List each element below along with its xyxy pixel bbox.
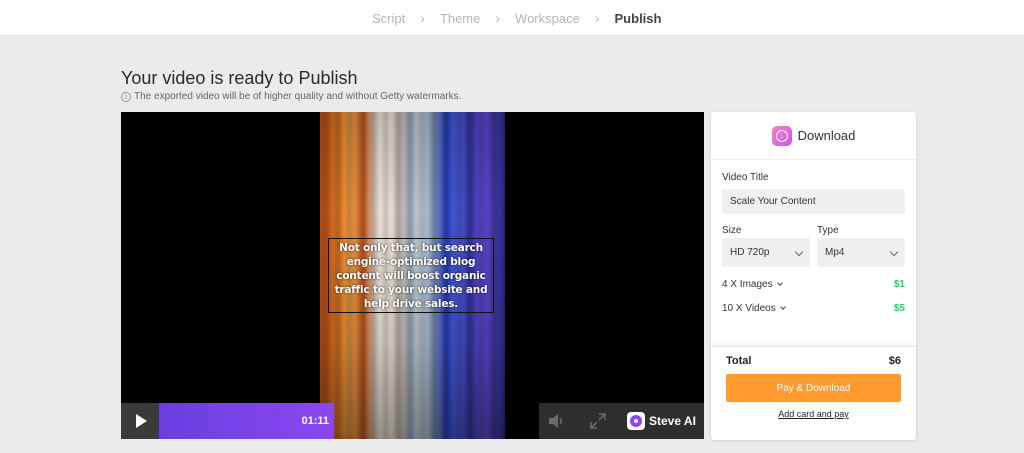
breadcrumb-theme[interactable]: Theme xyxy=(440,11,480,26)
pay-download-button[interactable]: Pay & Download xyxy=(726,374,901,402)
addon-videos[interactable]: 10 X Videos xyxy=(722,303,786,314)
type-select[interactable]: Mp4 xyxy=(817,238,905,267)
size-label: Size xyxy=(722,225,742,236)
volume-icon[interactable] xyxy=(547,412,567,430)
addon-images-label: 4 X Images xyxy=(722,279,773,290)
steve-ai-logo xyxy=(627,412,645,430)
chevron-down-icon xyxy=(779,304,786,310)
player-controls: 01:11 Steve AI xyxy=(121,403,704,439)
fullscreen-icon[interactable] xyxy=(589,412,607,430)
chevron-right-icon: › xyxy=(495,10,501,26)
video-caption: Not only that, but search engine-optimiz… xyxy=(334,241,488,310)
chevron-right-icon: › xyxy=(594,10,600,26)
addon-images-price: $1 xyxy=(893,279,905,290)
video-title-label: Video Title xyxy=(722,172,769,183)
size-value: HD 720p xyxy=(730,247,770,258)
progress-bar[interactable]: 01:11 xyxy=(159,403,334,439)
video-caption-box: Not only that, but search engine-optimiz… xyxy=(328,238,494,313)
video-player[interactable]: Not only that, but search engine-optimiz… xyxy=(121,112,704,439)
addon-videos-label: 10 X Videos xyxy=(722,303,776,314)
size-select[interactable]: HD 720p xyxy=(722,238,810,267)
download-header: ↓ Download xyxy=(711,112,916,160)
playback-time: 01:11 xyxy=(301,415,329,427)
total-label: Total xyxy=(726,355,752,367)
type-label: Type xyxy=(817,225,839,236)
add-card-link[interactable]: Add card and pay xyxy=(711,409,916,419)
video-title-input[interactable]: Scale Your Content xyxy=(722,189,905,214)
steve-ai-brand: Steve AI xyxy=(627,403,696,439)
chevron-right-icon: › xyxy=(420,10,425,26)
play-icon xyxy=(136,414,147,428)
page-title: Your video is ready to Publish xyxy=(121,68,358,88)
info-note: i The exported video will be of higher q… xyxy=(121,91,461,102)
info-icon: i xyxy=(121,91,131,102)
download-panel: ↓ Download Video Title Scale Your Conten… xyxy=(711,112,916,440)
breadcrumb-publish[interactable]: Publish xyxy=(615,11,662,26)
chevron-down-icon xyxy=(776,280,783,286)
breadcrumb-script[interactable]: Script xyxy=(372,11,405,26)
type-value: Mp4 xyxy=(825,247,845,258)
breadcrumb: Script › Theme › Workspace › Publish xyxy=(372,0,661,36)
addon-videos-price: $5 xyxy=(893,303,905,314)
chevron-down-icon xyxy=(889,247,899,256)
play-button[interactable] xyxy=(121,403,159,439)
download-icon: ↓ xyxy=(771,125,792,146)
chevron-down-icon xyxy=(794,247,804,256)
brand-name: Steve AI xyxy=(649,414,696,428)
total-section: Total $6 Pay & Download Add card and pay xyxy=(711,346,916,440)
download-title: Download xyxy=(797,128,856,143)
info-text: The exported video will be of higher qua… xyxy=(134,91,462,102)
breadcrumb-workspace[interactable]: Workspace xyxy=(515,11,580,26)
top-bar: Script › Theme › Workspace › Publish xyxy=(0,0,1024,36)
player-right-controls: Steve AI xyxy=(539,403,704,439)
addon-images[interactable]: 4 X Images xyxy=(722,279,783,290)
total-value: $6 xyxy=(888,355,901,367)
